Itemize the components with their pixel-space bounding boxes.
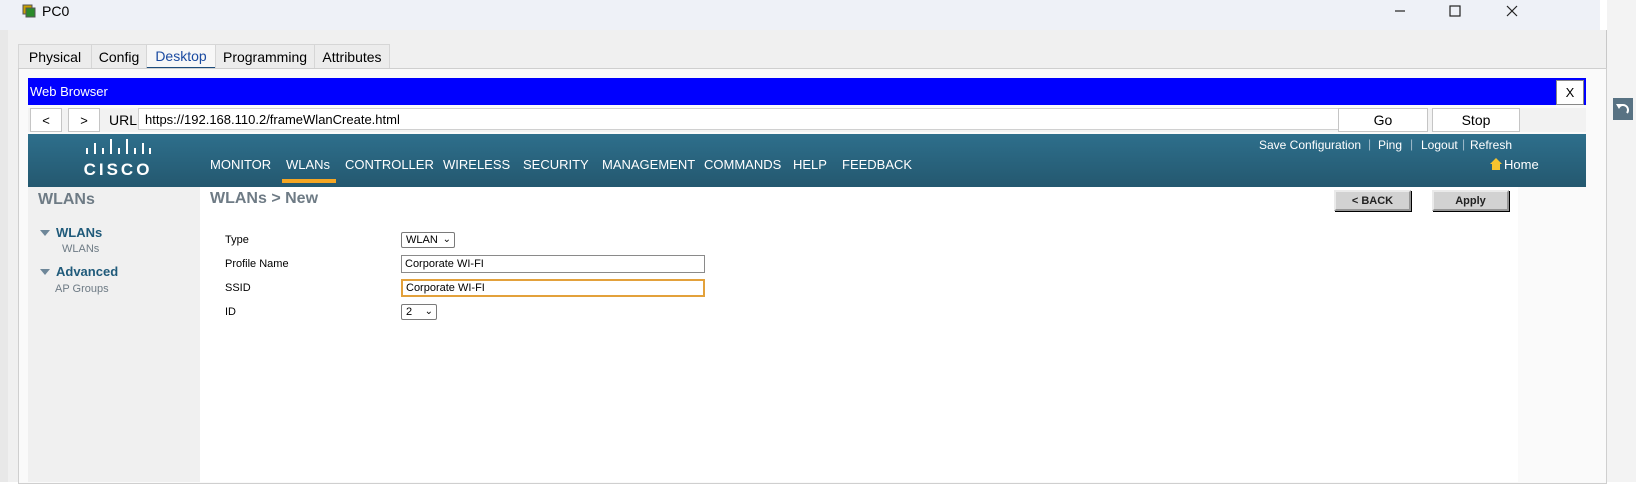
tab-attributes[interactable]: Attributes	[314, 44, 390, 69]
address-bar: < > URL Go Stop	[28, 108, 1586, 132]
sidebar-section-wlans[interactable]: WLANs	[56, 225, 102, 240]
type-select-value: WLAN	[406, 234, 438, 246]
save-configuration-link[interactable]: Save Configuration	[1259, 138, 1361, 152]
go-button[interactable]: Go	[1338, 108, 1428, 132]
tab-programming[interactable]: Programming	[215, 44, 315, 69]
expand-triangle-icon[interactable]	[40, 269, 50, 275]
ping-link[interactable]: Ping	[1378, 138, 1402, 152]
sidebar: WLANs WLANs WLANs Advanced AP Groups	[28, 187, 200, 482]
id-label: ID	[225, 306, 236, 318]
web-browser-title: Web Browser	[30, 84, 108, 99]
menu-controller[interactable]: CONTROLLER	[345, 157, 434, 172]
expand-triangle-icon[interactable]	[40, 230, 50, 236]
window-title: PC0	[42, 3, 70, 19]
profile-name-label: Profile Name	[225, 258, 289, 270]
tab-config[interactable]: Config	[91, 44, 147, 69]
page-title: WLANs > New	[210, 190, 319, 207]
window-titlebar	[0, 0, 1600, 30]
browser-close-button[interactable]: X	[1556, 80, 1584, 105]
minimize-icon[interactable]	[1372, 0, 1428, 22]
controller-header: CISCO Save Configuration | Ping | Logout…	[28, 134, 1586, 191]
apply-button[interactable]: Apply	[1432, 190, 1509, 211]
sidebar-item-wlans[interactable]: WLANs	[62, 243, 99, 255]
tab-desktop[interactable]: Desktop	[146, 44, 216, 70]
menu-help[interactable]: HELP	[793, 157, 827, 172]
ssid-input[interactable]	[401, 279, 705, 297]
tab-physical[interactable]: Physical	[18, 44, 92, 69]
back-button[interactable]: < BACK	[1334, 190, 1411, 211]
menu-management[interactable]: MANAGEMENT	[602, 157, 695, 172]
id-select-value: 2	[406, 306, 413, 318]
menu-wireless[interactable]: WIRELESS	[443, 157, 510, 172]
background-strip-left	[0, 30, 8, 482]
pc-app-icon	[22, 4, 36, 18]
menu-monitor[interactable]: MONITOR	[210, 157, 271, 172]
sidebar-section-advanced[interactable]: Advanced	[56, 264, 118, 279]
chevron-down-icon: ⌄	[424, 306, 433, 317]
home-icon[interactable]	[1490, 158, 1502, 170]
menu-security[interactable]: SECURITY	[523, 157, 589, 172]
profile-name-input[interactable]	[401, 255, 705, 273]
menu-feedback[interactable]: FEEDBACK	[842, 157, 912, 172]
menu-wlans[interactable]: WLANs	[286, 157, 330, 172]
chevron-down-icon: ⌄	[442, 234, 451, 245]
back-nav-button[interactable]: <	[30, 108, 62, 132]
maximize-icon[interactable]	[1427, 0, 1483, 22]
sidebar-item-ap-groups[interactable]: AP Groups	[55, 283, 109, 295]
cisco-logo-text: CISCO	[83, 160, 153, 179]
web-browser-titlebar: Web Browser X	[28, 78, 1586, 105]
stop-button[interactable]: Stop	[1432, 108, 1520, 132]
active-menu-indicator	[282, 179, 336, 183]
cisco-bars-icon	[86, 139, 151, 154]
cisco-logo: CISCO	[83, 136, 153, 180]
window-close-icon[interactable]	[1484, 0, 1540, 22]
url-input[interactable]	[138, 108, 1410, 130]
id-select[interactable]: 2 ⌄	[401, 304, 437, 320]
refresh-link[interactable]: Refresh	[1470, 138, 1512, 152]
type-label: Type	[225, 234, 249, 246]
url-label: URL	[108, 112, 137, 128]
menu-commands[interactable]: COMMANDS	[704, 157, 781, 172]
undo-icon[interactable]	[1613, 98, 1633, 120]
forward-nav-button[interactable]: >	[68, 108, 100, 132]
sidebar-title: WLANs	[38, 191, 95, 208]
type-select[interactable]: WLAN ⌄	[401, 232, 455, 248]
background-strip-right	[1607, 0, 1636, 482]
right-margin	[1518, 187, 1606, 482]
ssid-label: SSID	[225, 282, 251, 294]
main-content: WLANs > New < BACK Apply Type WLAN ⌄ Pro…	[200, 187, 1518, 482]
home-link[interactable]: Home	[1504, 157, 1539, 172]
logout-link[interactable]: Logout	[1421, 138, 1458, 152]
